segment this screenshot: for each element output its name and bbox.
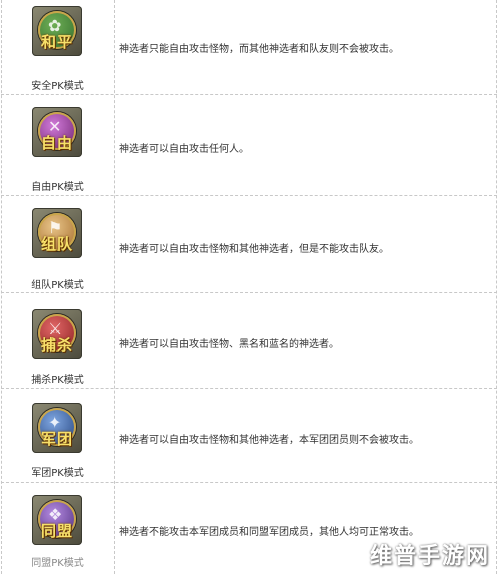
peace-mode-icon: ✿ 和平 (32, 6, 82, 56)
site-watermark: 维普手游网 (369, 544, 490, 569)
mode-description: 神选者不能攻击本军团成员和同盟军团成员，其他人均可正常攻击。 (119, 527, 419, 538)
table-row-legion: ✦ 军团 军团PK模式 神选者可以自由攻击怪物和其他神选者，本军团团员则不会被攻… (1, 389, 497, 483)
mode-description: 神选者可以自由攻击怪物、黑名和蓝名的神选者。 (119, 339, 339, 350)
icon-text: 自由 (40, 134, 73, 152)
icon-text: 捕杀 (40, 336, 73, 354)
mode-description: 神选者可以自由攻击怪物和其他神选者，本军团团员则不会被攻击。 (119, 435, 419, 446)
mode-description: 神选者只能自由攻击怪物，而其他神选者和队友则不会被攻击。 (119, 44, 399, 55)
mode-label: 捕杀PK模式 (31, 375, 84, 386)
table-row-free: ✕ 自由 自由PK模式 神选者可以自由攻击任何人。 (1, 95, 497, 196)
mode-label: 安全PK模式 (31, 81, 84, 92)
icon-cell: ✿ 和平 安全PK模式 (1, 0, 114, 94)
icon-cell: ❖ 同盟 同盟PK模式 (1, 483, 114, 574)
pk-mode-table: ✿ 和平 安全PK模式 神选者只能自由攻击怪物，而其他神选者和队友则不会被攻击。… (0, 0, 500, 574)
icon-text: 军团 (40, 430, 73, 448)
icon-cell: ⚑ 组队 组队PK模式 (1, 196, 114, 292)
mode-label: 同盟PK模式 (31, 558, 84, 569)
icon-cell: ⚔ 捕杀 捕杀PK模式 (1, 293, 114, 388)
mode-label: 组队PK模式 (31, 280, 84, 291)
hunt-mode-icon: ⚔ 捕杀 (32, 309, 82, 359)
team-mode-icon: ⚑ 组队 (32, 208, 82, 258)
icon-text: 和平 (40, 33, 73, 51)
mode-description: 神选者可以自由攻击任何人。 (119, 144, 249, 155)
icon-cell: ✕ 自由 自由PK模式 (1, 95, 114, 195)
table-row-team: ⚑ 组队 组队PK模式 神选者可以自由攻击怪物和其他神选者，但是不能攻击队友。 (1, 196, 497, 293)
free-mode-icon: ✕ 自由 (32, 107, 82, 157)
mode-label: 自由PK模式 (31, 182, 84, 193)
icon-text: 组队 (40, 235, 73, 253)
alliance-mode-icon: ❖ 同盟 (32, 495, 82, 545)
mode-label: 军团PK模式 (31, 468, 84, 479)
table-row-hunt: ⚔ 捕杀 捕杀PK模式 神选者可以自由攻击怪物、黑名和蓝名的神选者。 (1, 293, 497, 389)
legion-mode-icon: ✦ 军团 (32, 403, 82, 453)
table-row-peace: ✿ 和平 安全PK模式 神选者只能自由攻击怪物，而其他神选者和队友则不会被攻击。 (1, 0, 497, 95)
icon-cell: ✦ 军团 军团PK模式 (1, 389, 114, 482)
mode-description: 神选者可以自由攻击怪物和其他神选者，但是不能攻击队友。 (119, 244, 389, 255)
icon-text: 同盟 (40, 522, 73, 540)
